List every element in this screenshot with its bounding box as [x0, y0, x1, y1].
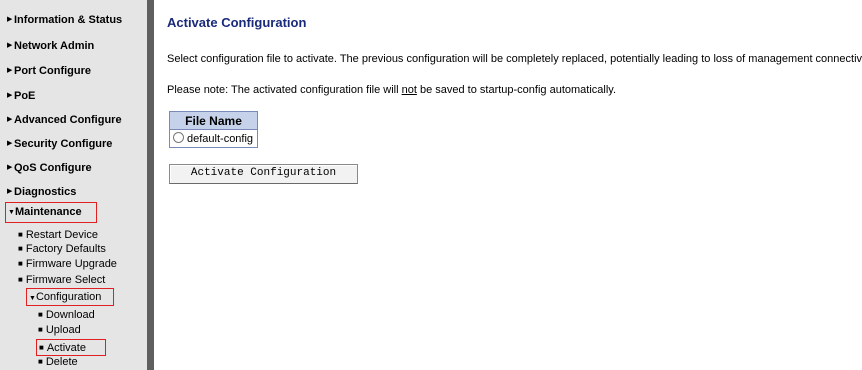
triangle-right-icon: ▶: [7, 116, 13, 123]
note-emphasis: not: [401, 84, 417, 96]
page-title: Activate Configuration: [167, 15, 307, 30]
triangle-down-icon: ▼: [8, 209, 15, 216]
bullet-icon: ■: [38, 325, 43, 334]
triangle-right-icon: ▶: [7, 92, 13, 99]
triangle-down-icon: ▼: [29, 295, 36, 302]
sub-item-factory-defaults[interactable]: ■ Factory Defaults: [18, 242, 106, 256]
sub-item-delete[interactable]: ■ Delete: [38, 355, 78, 369]
bullet-icon: ■: [38, 357, 43, 366]
sidebar: ▶ Information & Status ▶ Network Admin ▶ Po…: [0, 0, 147, 370]
note-text: Please note: The activated configuration…: [167, 84, 617, 96]
sub-item-configuration[interactable]: ▼Configuration: [26, 288, 114, 306]
main-content: Activate Configuration Select configurat…: [165, 0, 862, 370]
activate-configuration-button[interactable]: Activate Configuration: [169, 164, 358, 184]
description-text: Select configuration file to activate. T…: [167, 53, 862, 65]
nav-item-port-configure[interactable]: ▶ Port Configure: [7, 62, 91, 80]
nav-item-advanced-configure[interactable]: ▶ Advanced Configure: [7, 111, 122, 129]
bullet-icon: ■: [18, 259, 23, 268]
nav-item-poe[interactable]: ▶ PoE: [7, 87, 35, 105]
triangle-right-icon: ▶: [7, 188, 13, 195]
file-table: File Name default-config: [168, 111, 259, 148]
nav-item-security-configure[interactable]: ▶ Security Configure: [7, 135, 112, 153]
sub-item-firmware-select[interactable]: ■ Firmware Select: [18, 273, 105, 287]
triangle-right-icon: ▶: [7, 42, 13, 49]
file-name-label: default-config: [187, 133, 254, 145]
triangle-right-icon: ▶: [7, 16, 13, 23]
nav-item-information-status[interactable]: ▶ Information & Status: [7, 11, 122, 29]
nav-item-network-admin[interactable]: ▶ Network Admin: [7, 37, 94, 55]
table-row: default-config: [168, 129, 259, 148]
triangle-right-icon: ▶: [7, 67, 13, 74]
nav-item-maintenance[interactable]: ▼Maintenance: [5, 202, 97, 223]
table-header-file-name: File Name: [168, 111, 259, 130]
sub-item-upload[interactable]: ■ Upload: [38, 323, 81, 337]
nav-item-qos-configure[interactable]: ▶ QoS Configure: [7, 159, 92, 177]
bullet-icon: ■: [39, 343, 44, 352]
sub-item-activate[interactable]: ■ Activate: [36, 339, 106, 356]
sub-item-restart-device[interactable]: ■ Restart Device: [18, 228, 98, 242]
triangle-right-icon: ▶: [7, 140, 13, 147]
bullet-icon: ■: [18, 230, 23, 239]
sub-item-firmware-upgrade[interactable]: ■ Firmware Upgrade: [18, 257, 117, 271]
radio-default-config[interactable]: [173, 132, 184, 143]
table-cell: default-config: [168, 129, 259, 148]
nav-item-diagnostics[interactable]: ▶ Diagnostics: [7, 183, 76, 201]
bullet-icon: ■: [18, 244, 23, 253]
bullet-icon: ■: [38, 310, 43, 319]
sub-item-download[interactable]: ■ Download: [38, 308, 95, 322]
sidebar-divider: [147, 0, 154, 370]
triangle-right-icon: ▶: [7, 164, 13, 171]
bullet-icon: ■: [18, 275, 23, 284]
